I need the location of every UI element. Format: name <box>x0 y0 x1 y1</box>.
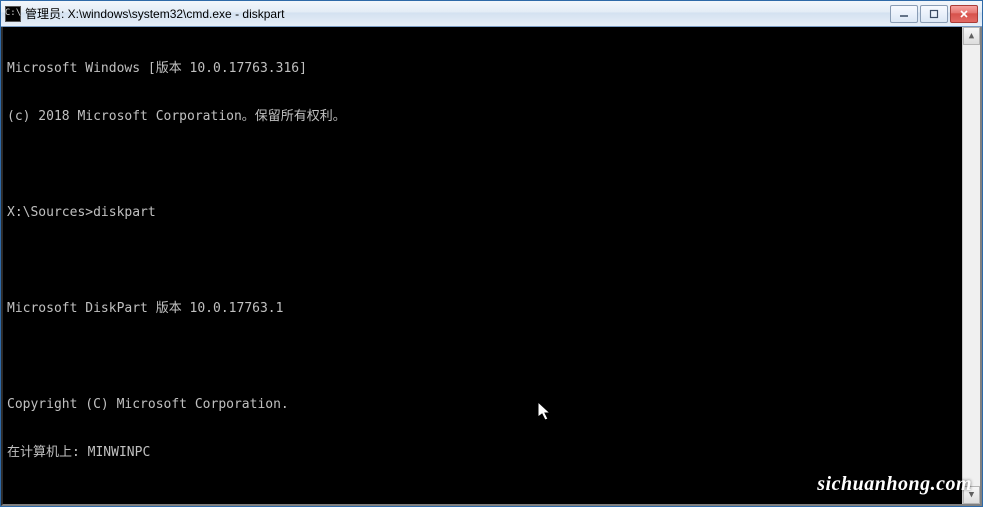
scroll-up-button[interactable]: ▲ <box>963 27 980 45</box>
scroll-track[interactable] <box>963 45 980 486</box>
cmd-diskpart: diskpart <box>93 205 156 220</box>
console-output[interactable]: Microsoft Windows [版本 10.0.17763.316] (c… <box>3 27 962 504</box>
cmd-app-icon: C:\ <box>5 6 21 22</box>
cmd-window: C:\ 管理员: X:\windows\system32\cmd.exe - d… <box>0 0 983 507</box>
close-button[interactable] <box>950 5 978 23</box>
vertical-scrollbar[interactable]: ▲ ▼ <box>962 27 980 504</box>
diskpart-copyright: Copyright (C) Microsoft Corporation. <box>7 397 289 412</box>
watermark-text: sichuanhong.com <box>817 473 972 496</box>
os-version-line: Microsoft Windows [版本 10.0.17763.316] <box>7 61 307 76</box>
diskpart-version: Microsoft DiskPart 版本 10.0.17763.1 <box>7 301 283 316</box>
titlebar[interactable]: C:\ 管理员: X:\windows\system32\cmd.exe - d… <box>1 1 982 27</box>
prompt-sources: X:\Sources> <box>7 205 93 220</box>
maximize-button[interactable] <box>920 5 948 23</box>
minimize-button[interactable] <box>890 5 918 23</box>
client-area: Microsoft Windows [版本 10.0.17763.316] (c… <box>1 27 982 506</box>
computer-name: 在计算机上: MINWINPC <box>7 445 150 460</box>
copyright-line: (c) 2018 Microsoft Corporation。保留所有权利。 <box>7 109 346 124</box>
window-title: 管理员: X:\windows\system32\cmd.exe - diskp… <box>25 5 284 22</box>
window-controls <box>890 5 978 23</box>
